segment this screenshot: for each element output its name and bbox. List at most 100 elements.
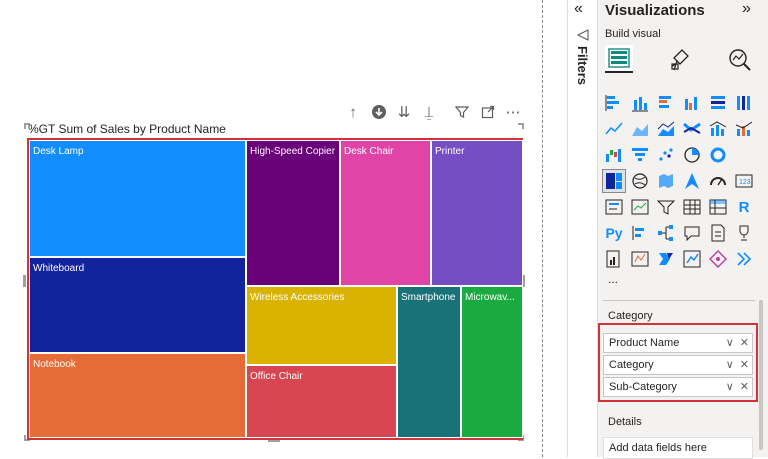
svg-text:123: 123 — [739, 179, 751, 186]
decomposition-tree-icon[interactable] — [655, 222, 677, 244]
treemap-tile[interactable]: Whiteboard — [29, 257, 246, 353]
drill-down-toggle-icon[interactable] — [369, 102, 389, 122]
ribbon-chart-icon[interactable] — [681, 118, 703, 140]
table-icon[interactable] — [681, 196, 703, 218]
funnel-chart-icon[interactable] — [629, 144, 651, 166]
stacked-bar-chart-icon[interactable] — [603, 92, 625, 114]
r-script-visual-icon[interactable]: R — [733, 196, 755, 218]
close-icon[interactable]: ✕ — [740, 380, 749, 393]
treemap-tile[interactable]: Smartphone — [397, 286, 461, 438]
line-chart-icon[interactable] — [603, 118, 625, 140]
tile-label: Printer — [435, 146, 465, 157]
stacked-column-chart-icon[interactable] — [629, 92, 651, 114]
focus-mode-icon[interactable] — [478, 102, 498, 122]
field-label: Category — [609, 359, 654, 371]
slicer-icon[interactable] — [655, 196, 677, 218]
collapse-filters-icon[interactable]: « — [574, 0, 583, 18]
treemap-tile[interactable]: Office Chair — [246, 365, 397, 438]
smart-narrative-icon[interactable] — [707, 222, 729, 244]
gauge-icon[interactable] — [707, 170, 729, 192]
clustered-column-chart-icon[interactable] — [681, 92, 703, 114]
treemap-tile[interactable]: Microwav... — [461, 286, 523, 438]
close-icon[interactable]: ✕ — [740, 336, 749, 349]
visual-type-gallery: 123 R Py — [602, 92, 755, 272]
details-well-label: Details — [608, 416, 642, 428]
treemap-tile[interactable]: Printer — [431, 140, 523, 286]
diamond-visual-icon[interactable] — [707, 248, 729, 270]
tile-label: Smartphone — [401, 292, 456, 303]
line-clustered-column-icon[interactable] — [733, 118, 755, 140]
tile-label: Microwav... — [465, 292, 515, 303]
next-level-icon[interactable]: ⇊ — [394, 102, 414, 122]
treemap-tile[interactable]: Desk Lamp — [29, 140, 246, 257]
field-sub-category[interactable]: Sub-Category ∨ ✕ — [603, 377, 753, 397]
build-visual-label: Build visual — [605, 28, 661, 40]
chevron-down-icon[interactable]: ∨ — [726, 336, 734, 349]
chevron-down-icon[interactable]: ∨ — [726, 358, 734, 371]
expand-hierarchy-icon[interactable]: ⍊ — [419, 102, 439, 122]
field-category[interactable]: Category ∨ ✕ — [603, 355, 753, 375]
treemap-tile[interactable]: Wireless Accessories — [246, 286, 397, 365]
area-chart-icon[interactable] — [629, 118, 651, 140]
drill-up-icon[interactable]: ↑ — [343, 102, 363, 122]
treemap-tile[interactable]: Desk Chair — [340, 140, 431, 286]
analytics-tab-icon[interactable] — [728, 48, 752, 77]
drop-zone-text: Add data fields here — [609, 442, 707, 454]
add-details-field-drop[interactable]: Add data fields here — [603, 437, 753, 459]
field-product-name[interactable]: Product Name ∨ ✕ — [603, 333, 753, 353]
expand-pane-icon[interactable]: » — [742, 0, 751, 18]
donut-chart-icon[interactable] — [707, 144, 729, 166]
filter-icon[interactable] — [452, 102, 472, 122]
visual-title: %GT Sum of Sales by Product Name — [28, 122, 226, 136]
filter-funnel-icon — [576, 28, 589, 46]
close-icon[interactable]: ✕ — [740, 358, 749, 371]
more-visuals-icon[interactable]: ... — [608, 272, 618, 286]
paginated-report-icon[interactable] — [603, 248, 625, 270]
category-well-label: Category — [608, 310, 653, 322]
pie-chart-icon[interactable] — [681, 144, 703, 166]
map-icon[interactable] — [629, 170, 651, 192]
stacked-area-chart-icon[interactable] — [655, 118, 677, 140]
tile-label: Desk Chair — [344, 146, 394, 157]
more-options-icon[interactable]: ⋯ — [503, 102, 523, 122]
multi-row-card-icon[interactable] — [603, 196, 625, 218]
power-apps-chevron-icon[interactable] — [733, 248, 755, 270]
python-visual-icon[interactable]: Py — [603, 222, 625, 244]
chevron-down-icon[interactable]: ∨ — [726, 380, 734, 393]
tile-label: Office Chair — [250, 371, 303, 382]
tile-label: Notebook — [33, 359, 76, 370]
tile-label: Whiteboard — [33, 263, 85, 274]
power-automate-icon[interactable] — [655, 248, 677, 270]
treemap-chart[interactable]: Desk Lamp Whiteboard Notebook High-Speed… — [27, 138, 523, 440]
treemap-tile[interactable]: High-Speed Copier — [246, 140, 340, 286]
treemap-tile[interactable]: Notebook — [29, 353, 246, 438]
field-label: Product Name — [609, 337, 680, 349]
goals-trophy-icon[interactable] — [733, 222, 755, 244]
field-label: Sub-Category — [609, 381, 677, 393]
waterfall-chart-icon[interactable] — [603, 144, 625, 166]
power-apps-icon[interactable] — [629, 248, 651, 270]
100-stacked-column-icon[interactable] — [733, 92, 755, 114]
key-influencers-icon[interactable] — [629, 222, 651, 244]
scatter-chart-icon[interactable] — [655, 144, 677, 166]
tile-label: Desk Lamp — [33, 146, 84, 157]
canvas-divider — [542, 0, 543, 457]
kpi-icon[interactable] — [629, 196, 651, 218]
format-visual-tab-icon[interactable] — [668, 48, 692, 77]
build-visual-tab-icon[interactable] — [605, 45, 633, 73]
clustered-bar-chart-icon[interactable] — [655, 92, 677, 114]
pane-title: Visualizations — [605, 2, 705, 19]
metrics-visual-icon[interactable] — [681, 248, 703, 270]
tile-label: High-Speed Copier — [250, 146, 336, 157]
pane-scrollbar[interactable] — [759, 300, 763, 450]
pane-divider — [603, 300, 755, 301]
line-stacked-column-icon[interactable] — [707, 118, 729, 140]
treemap-icon[interactable] — [602, 169, 626, 193]
card-icon[interactable]: 123 — [733, 170, 755, 192]
qa-visual-icon[interactable] — [681, 222, 703, 244]
100-stacked-bar-icon[interactable] — [707, 92, 729, 114]
matrix-icon[interactable] — [707, 196, 729, 218]
filled-map-icon[interactable] — [655, 170, 677, 192]
azure-map-icon[interactable] — [681, 170, 703, 192]
filters-label[interactable]: Filters — [575, 46, 590, 85]
